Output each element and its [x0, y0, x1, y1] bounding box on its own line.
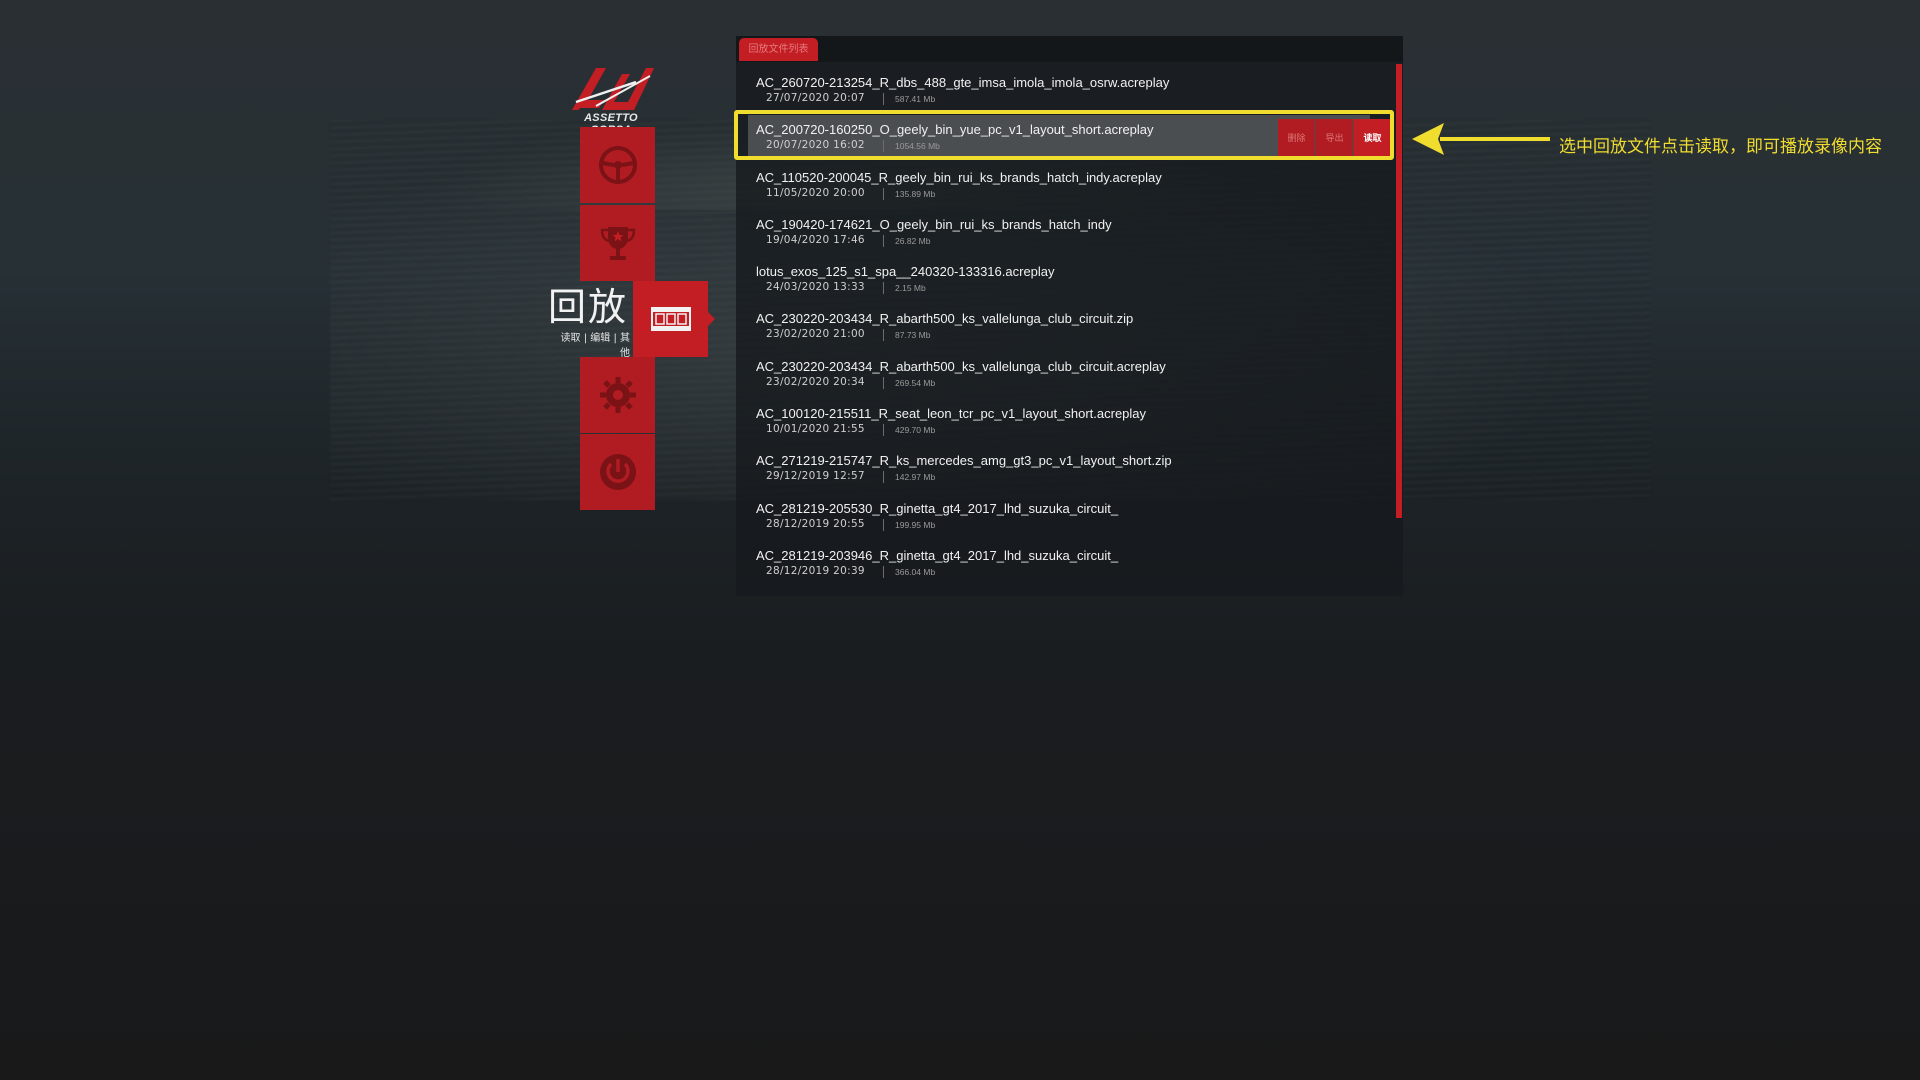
replay-date: 19/04/2020 17:46	[766, 233, 865, 246]
annotation-highlight-box	[734, 110, 1394, 160]
replay-file-name: AC_271219-215747_R_ks_mercedes_amg_gt3_p…	[756, 453, 1172, 469]
replay-size: 366.04 Mb	[895, 566, 936, 577]
panel-header	[736, 36, 1403, 62]
replay-file-name: AC_281219-203946_R_ginetta_gt4_2017_lhd_…	[756, 547, 1119, 563]
replay-size: 87.73 Mb	[895, 330, 931, 341]
annotation-arrow-icon	[1412, 123, 1550, 155]
annotation-text: 选中回放文件点击读取，即可播放录像内容	[1559, 137, 1882, 157]
replay-file-name: AC_260720-213254_R_dbs_488_gte_imsa_imol…	[756, 75, 1170, 90]
replay-file-name: AC_110520-200045_R_geely_bin_rui_ks_bran…	[756, 169, 1162, 185]
nav-settings-button[interactable]	[580, 357, 655, 433]
replay-date: 27/07/2020 20:07	[766, 92, 865, 104]
replay-size: 587.41 Mb	[895, 94, 936, 104]
divider	[883, 329, 884, 342]
nav-events-button[interactable]	[580, 205, 655, 281]
list-item[interactable]: AC_271219-215747_R_ks_mercedes_amg_gt3_p…	[736, 442, 1396, 489]
power-icon	[599, 454, 636, 490]
replay-size: 269.54 Mb	[895, 377, 936, 388]
replay-size: 135.89 Mb	[895, 188, 936, 199]
steering-wheel-icon	[598, 146, 637, 184]
divider	[883, 518, 884, 531]
nav-drive-button[interactable]	[580, 127, 655, 203]
divider	[883, 93, 884, 105]
replay-size: 2.15 Mb	[895, 283, 926, 294]
replay-size: 199.95 Mb	[895, 519, 936, 530]
replay-file-name: lotus_exos_125_s1_spa__240320-133316.acr…	[756, 264, 1055, 280]
nav-replays-button[interactable]	[633, 281, 715, 357]
replay-date: 24/03/2020 13:33	[766, 281, 865, 294]
replay-size: 429.70 Mb	[895, 425, 936, 436]
list-item[interactable]: AC_281219-205530_R_ginetta_gt4_2017_lhd_…	[736, 490, 1396, 537]
trophy-icon	[600, 227, 635, 260]
replay-date: 28/12/2019 20:55	[766, 517, 865, 530]
replay-date: 10/01/2020 21:55	[766, 423, 865, 436]
list-item[interactable]: AC_190420-174621_O_geely_bin_rui_ks_bran…	[736, 206, 1396, 253]
replay-date: 11/05/2020 20:00	[766, 186, 865, 199]
divider	[883, 565, 884, 578]
replay-date: 28/12/2019 20:39	[766, 564, 865, 577]
replay-file-name: AC_190420-174621_O_geely_bin_rui_ks_bran…	[756, 216, 1112, 232]
replay-date: 23/02/2020 21:00	[766, 328, 865, 341]
divider	[883, 471, 884, 484]
tab-replay-files[interactable]: 回放文件列表	[739, 38, 818, 61]
list-item[interactable]: AC_110520-200045_R_geely_bin_rui_ks_bran…	[736, 159, 1396, 206]
section-subtitle: 读取 | 编辑 | 其他	[560, 333, 630, 359]
gear-icon	[599, 377, 636, 413]
list-item[interactable]: AC_100120-215511_R_seat_leon_tcr_pc_v1_l…	[736, 395, 1396, 442]
nav-exit-button[interactable]	[580, 434, 655, 510]
replay-date: 23/02/2020 20:34	[766, 375, 865, 388]
divider	[883, 282, 884, 295]
section-title: 回放	[548, 285, 629, 329]
divider	[883, 187, 884, 200]
replay-file-name: AC_100120-215511_R_seat_leon_tcr_pc_v1_l…	[756, 406, 1147, 422]
replay-file-name: AC_230220-203434_R_abarth500_ks_vallelun…	[756, 311, 1134, 327]
list-item[interactable]: lotus_exos_125_s1_spa__240320-133316.acr…	[736, 253, 1396, 300]
list-item[interactable]: AC_260720-213254_R_dbs_488_gte_imsa_imol…	[736, 64, 1396, 111]
list-item[interactable]: AC_230220-203434_R_abarth500_ks_vallelun…	[736, 300, 1396, 347]
divider	[883, 376, 884, 389]
replay-file-name: AC_281219-205530_R_ginetta_gt4_2017_lhd_…	[756, 500, 1119, 516]
replay-file-name: AC_230220-203434_R_abarth500_ks_vallelun…	[756, 358, 1166, 374]
list-item[interactable]: AC_281219-203946_R_ginetta_gt4_2017_lhd_…	[736, 537, 1396, 584]
replay-date: 29/12/2019 12:57	[766, 470, 865, 483]
replay-size: 142.97 Mb	[895, 472, 936, 483]
film-icon	[650, 307, 691, 331]
replay-size: 26.82 Mb	[895, 235, 931, 246]
divider	[883, 234, 884, 247]
divider	[883, 424, 884, 437]
list-scrollbar[interactable]	[1396, 64, 1402, 518]
list-item[interactable]: AC_230220-203434_R_abarth500_ks_vallelun…	[736, 348, 1396, 395]
